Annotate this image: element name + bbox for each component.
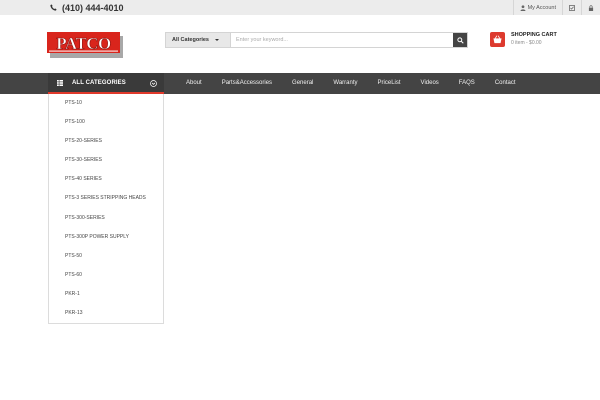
nav-links: About Parts&Accessories General Warranty… [176,73,526,94]
checkbox-icon [569,4,575,11]
category-item-pts-3-series-stripping-heads[interactable]: PTS-3 SERIES STRIPPING HEADS [49,189,163,208]
user-icon [520,4,526,11]
nav-general[interactable]: General [282,73,323,94]
checkout-link[interactable] [562,0,581,15]
logo-text: PATCO [56,34,111,53]
top-bar: (410) 444-4010 My Account [0,0,600,15]
nav-warranty[interactable]: Warranty [323,73,367,94]
cart-summary: 0 item - $0.00 [511,40,542,46]
all-categories-toggle[interactable]: ALL CATEGORIES [48,73,164,94]
my-account-link[interactable]: My Account [512,0,562,15]
category-select[interactable]: All Categories [166,33,230,47]
category-select-label: All Categories [172,37,209,43]
search-input[interactable] [230,33,453,47]
main-navbar: ALL CATEGORIES About Parts&Accessories G… [0,73,600,94]
category-item-pts-300p-power-supply[interactable]: PTS-300P POWER SUPPLY [49,228,163,247]
phone-icon [50,4,57,11]
nav-faqs[interactable]: FAQS [449,73,485,94]
login-link[interactable] [581,0,600,15]
patco-logo[interactable]: PATCO [47,32,123,58]
search-bar: All Categories [165,32,468,48]
circle-chevron-down-icon [150,80,157,87]
nav-videos[interactable]: Videos [411,73,449,94]
category-item-pts-40-series[interactable]: PTS-40 SERIES [49,170,163,189]
nav-contact[interactable]: Contact [485,73,526,94]
phone-number[interactable]: (410) 444-4010 [50,1,124,14]
category-item-pts-60[interactable]: PTS-60 [49,266,163,285]
nav-pricelist[interactable]: PriceList [368,73,411,94]
cart-icon-box [490,32,505,47]
category-item-pts-100[interactable]: PTS-100 [49,113,163,132]
category-dropdown: PTS-10 PTS-100 PTS-20-SERIES PTS-30-SERI… [48,94,164,324]
cart-text: SHOPPING CART 0 item - $0.00 [511,32,557,48]
category-item-pts-300-series[interactable]: PTS-300-SERIES [49,209,163,228]
basket-icon [493,35,502,44]
category-item-pkr-1[interactable]: PKR-1 [49,285,163,304]
category-item-pts-20-series[interactable]: PTS-20-SERIES [49,132,163,151]
my-account-label: My Account [527,4,556,11]
search-icon [456,36,464,44]
category-item-pts-30-series[interactable]: PTS-30-SERIES [49,151,163,170]
category-item-pts-50[interactable]: PTS-50 [49,247,163,266]
nav-parts-accessories[interactable]: Parts&Accessories [212,73,282,94]
category-item-pkr-13[interactable]: PKR-13 [49,304,163,323]
caret-down-icon [214,39,219,41]
account-links: My Account [512,0,600,15]
shopping-cart[interactable]: SHOPPING CART 0 item - $0.00 [490,32,557,48]
lock-icon [588,4,594,11]
category-item-pts-10[interactable]: PTS-10 [49,94,163,113]
all-categories-label: ALL CATEGORIES [72,79,126,86]
nav-about[interactable]: About [176,73,212,94]
search-button[interactable] [453,33,467,47]
phone-number-text: (410) 444-4010 [62,2,124,13]
cart-title: SHOPPING CART [511,32,557,38]
list-icon [57,79,63,86]
